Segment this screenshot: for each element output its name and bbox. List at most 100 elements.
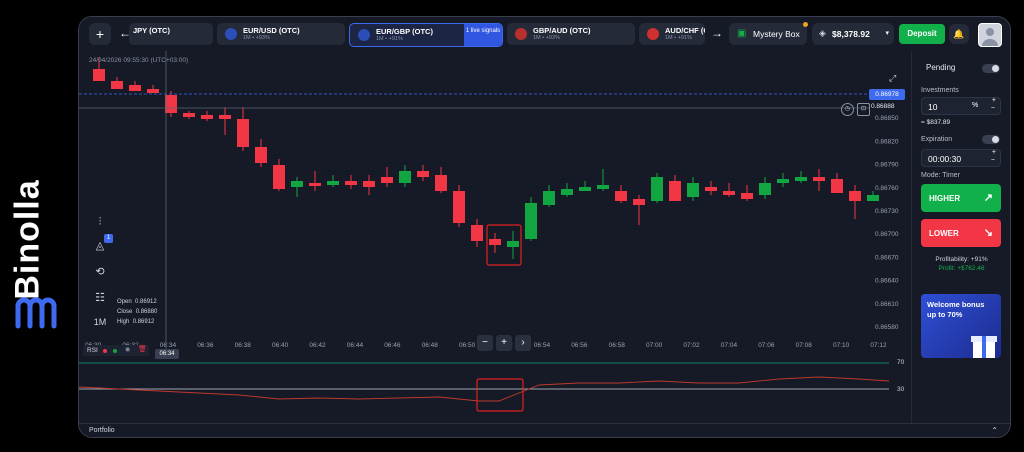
candle	[615, 185, 627, 203]
arrow-down-right-icon: ↘	[983, 227, 993, 239]
candle-body	[777, 179, 789, 183]
clock-icon[interactable]: ◷	[841, 103, 854, 116]
user-icon	[982, 28, 998, 46]
decrement-icon[interactable]: −	[991, 105, 995, 112]
candle	[813, 169, 825, 191]
candlestick-chart[interactable]: 0.868800.868500.868200.867900.867600.867…	[79, 51, 909, 351]
candle	[669, 175, 681, 201]
expiration-input[interactable]: 00:00:30 + −	[921, 149, 1001, 167]
candle	[741, 185, 753, 201]
candle	[687, 177, 699, 201]
candle	[291, 177, 303, 197]
drawing-tools-icon[interactable]: ◬ 1	[91, 234, 113, 255]
welcome-bonus-banner[interactable]: Welcome bonus up to 70%	[921, 294, 1001, 358]
candle-body	[813, 177, 825, 181]
rsi-indicator[interactable]: RSI ◉ 🗑 70 30	[79, 343, 909, 423]
current-price-label: 0.86978	[869, 89, 905, 100]
portfolio-bar[interactable]: Portfolio ⌃	[79, 423, 1010, 437]
balance-button[interactable]: ◈ $8,378.92 ▾	[812, 23, 894, 45]
flag-icon	[225, 28, 237, 40]
candle	[219, 107, 231, 135]
asset-tab-gbpaud[interactable]: GBP/AUD (OTC) 1M • +93%	[507, 23, 635, 45]
candle-body	[687, 183, 699, 197]
candle-body	[525, 203, 537, 239]
candle-body	[399, 171, 411, 183]
candle	[129, 81, 141, 91]
candle-body	[795, 177, 807, 181]
y-tick-label: 0.86820	[875, 138, 899, 145]
chevron-up-icon[interactable]: ⌃	[991, 426, 998, 435]
live-signals-badge[interactable]: 1 live signals	[464, 24, 502, 46]
candle	[597, 169, 609, 191]
expiration-toggle[interactable]	[982, 135, 1000, 144]
candle-body	[543, 191, 555, 205]
mode-label: Mode: Timer	[921, 172, 960, 179]
investment-input[interactable]: 10 % + −	[921, 97, 1001, 115]
expand-timer-icon[interactable]: ⊡	[857, 103, 870, 116]
candle-body	[669, 181, 681, 201]
increment-icon[interactable]: +	[992, 97, 996, 104]
pending-toggle[interactable]	[982, 64, 1000, 73]
candle	[309, 171, 321, 191]
chart-timestamp: 24/04/2026 09:55:30 (UTC+03:00)	[89, 57, 189, 64]
indicators-icon[interactable]: ⫶	[91, 213, 109, 231]
candle	[849, 185, 861, 219]
candle-body	[93, 69, 105, 81]
mystery-box-button[interactable]: ▣ Mystery Box	[729, 22, 808, 45]
candle-body	[741, 193, 753, 199]
candle-body	[165, 95, 177, 113]
candle-body	[219, 115, 231, 119]
candle	[651, 173, 663, 203]
avatar[interactable]	[978, 23, 1002, 47]
deposit-button[interactable]: Deposit	[899, 24, 945, 44]
candle	[795, 171, 807, 183]
pending-label: Pending	[926, 63, 956, 72]
top-bar: + ← JPY (OTC) EUR/USD (OTC) 1M • +93% EU…	[79, 17, 1010, 51]
candle-body	[849, 191, 861, 201]
candle-body	[453, 191, 465, 223]
candle	[777, 173, 789, 187]
add-asset-button[interactable]: +	[89, 23, 111, 45]
decrement-icon[interactable]: −	[991, 157, 995, 164]
higher-button[interactable]: HIGHER ↗	[921, 184, 1001, 212]
asset-tab-eurgbp[interactable]: EUR/GBP (OTC) 1M • +91% 1 live signals	[349, 23, 503, 47]
arrow-up-right-icon: ↗	[983, 192, 993, 204]
candle	[543, 185, 555, 207]
brand: Binolla	[8, 150, 68, 330]
candle	[633, 195, 645, 225]
candle-body	[327, 181, 339, 185]
trade-panel: Pending Investments 10 % + − = $837.89 E…	[911, 51, 1010, 423]
candle	[399, 165, 411, 187]
candle	[759, 177, 771, 199]
candle	[489, 233, 501, 253]
lower-button[interactable]: LOWER ↘	[921, 219, 1001, 247]
flag-icon	[358, 29, 370, 41]
candle-body	[237, 119, 249, 147]
notifications-button[interactable]: 🔔	[949, 24, 969, 44]
candle	[705, 181, 717, 195]
brand-logo-icon	[15, 297, 57, 329]
scroll-right-icon[interactable]: →	[711, 26, 723, 40]
settings-icon[interactable]: ☷	[91, 289, 109, 307]
fullscreen-icon[interactable]: ⤢	[889, 73, 896, 84]
timeframe-button[interactable]: 1M	[91, 313, 109, 331]
candle	[147, 85, 159, 93]
candle-body	[255, 147, 267, 163]
y-tick-label: 0.86790	[875, 162, 899, 169]
asset-tab-jpy[interactable]: JPY (OTC)	[129, 23, 213, 45]
chart-type-icon[interactable]: ⟲	[91, 263, 109, 281]
asset-tab-eurusd[interactable]: EUR/USD (OTC) 1M • +93%	[217, 23, 345, 45]
investment-amount: = $837.89	[921, 119, 951, 126]
price-chart[interactable]: 0.868800.868500.868200.867900.867600.867…	[79, 51, 909, 359]
candle	[201, 111, 213, 121]
increment-icon[interactable]: +	[992, 149, 996, 156]
wallet-icon: ◈	[819, 28, 826, 38]
candle	[417, 165, 429, 181]
profitability-text: Profitability: +91%	[935, 256, 988, 263]
candle-body	[345, 181, 357, 185]
candle	[471, 219, 483, 247]
asset-tab-audchf[interactable]: AUD/CHF (OTC) 1M • +91%	[639, 23, 705, 45]
candle-body	[633, 199, 645, 205]
y-tick-label: 0.86730	[875, 208, 899, 215]
candle	[381, 167, 393, 187]
